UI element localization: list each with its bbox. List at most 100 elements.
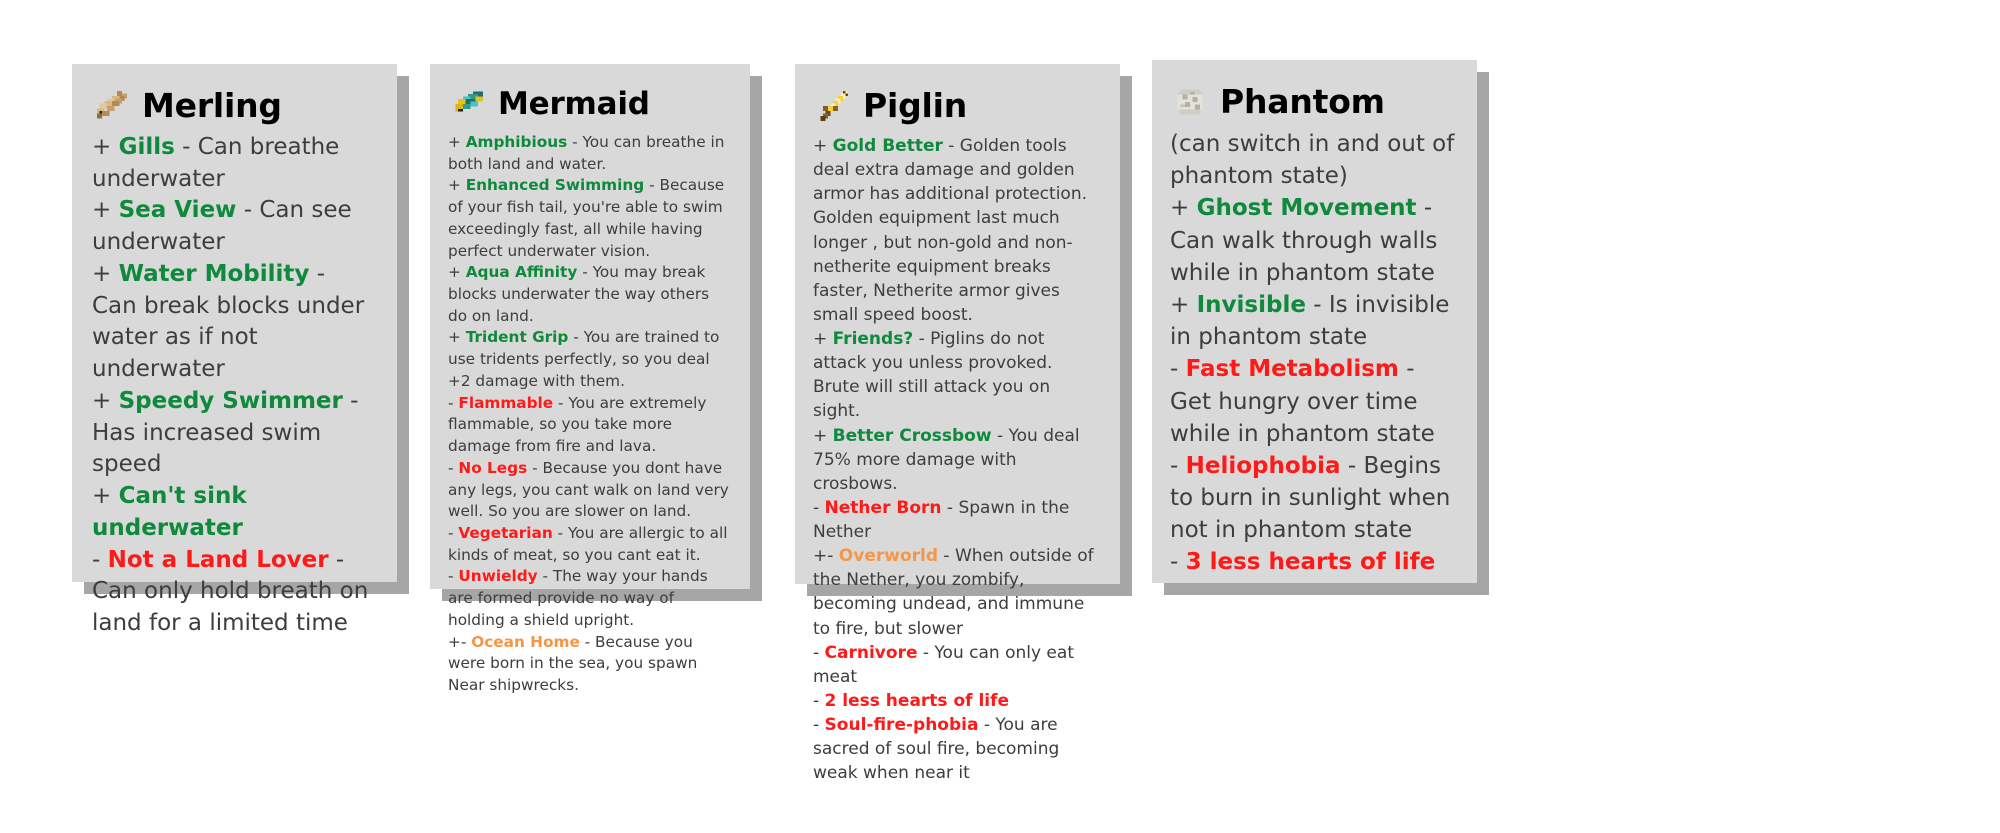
trait-sign: - <box>1170 452 1186 479</box>
trait-sign: +- <box>448 632 472 651</box>
trait-name: Sea View <box>118 197 237 224</box>
card-intro: (can switch in and out of phantom state) <box>1170 131 1455 190</box>
trait-item: + Friends? - Piglins do not attack you u… <box>813 327 1102 424</box>
trait-item: + Invisible - Is invisible in phantom st… <box>1170 289 1459 353</box>
trait-sign: + <box>448 133 466 151</box>
trait-description: - Golden tools deal extra damage and gol… <box>813 136 1087 325</box>
trait-name: Flammable <box>458 393 554 412</box>
trait-sign: - <box>448 523 459 542</box>
trait-sign: - <box>448 458 459 477</box>
trait-name: Soul-fire-phobia <box>824 715 979 735</box>
trait-item: +- Ocean Home - Because you were born in… <box>448 632 732 697</box>
trait-item: + Amphibious - You can breathe in both l… <box>448 132 732 175</box>
trait-name: Unwieldy <box>458 567 538 586</box>
card-mermaid: Mermaid + Amphibious - You can breathe i… <box>430 64 750 694</box>
trait-name: No Legs <box>458 458 528 477</box>
trait-item: + Gold Better - Golden tools deal extra … <box>813 134 1102 327</box>
card-piglin-header: Piglin <box>813 86 1102 126</box>
trait-item: - Not a Land Lover - Can only hold breat… <box>92 545 377 640</box>
trait-sign: + <box>1170 291 1197 318</box>
phantom-membrane-icon <box>1170 82 1210 122</box>
trait-sign: - <box>448 393 459 412</box>
trait-sign: + <box>92 260 119 287</box>
trait-name: 2 less hearts of life <box>824 690 1010 711</box>
trait-name: Enhanced Swimming <box>465 176 645 195</box>
trait-sign: + <box>813 329 833 349</box>
trait-sign: + <box>448 263 466 282</box>
trait-item: - 2 less hearts of life <box>813 689 1102 713</box>
trait-sign: + <box>813 425 833 446</box>
trait-item: - Flammable - You are extremely flammabl… <box>448 393 732 458</box>
trait-item: - 3 less hearts of life <box>1170 546 1459 578</box>
card-merling-title: Merling <box>142 85 282 125</box>
trait-item: - Nether Born - Spawn in the Nether <box>813 496 1102 544</box>
trait-sign: - <box>1170 356 1186 383</box>
trait-name: Ghost Movement <box>1196 195 1417 222</box>
trait-item: +- Overworld - When outside of the Nethe… <box>813 544 1102 641</box>
trait-sign: + <box>92 483 119 510</box>
trait-sign: + <box>448 176 466 195</box>
trait-item: + Trident Grip - You are trained to use … <box>448 327 732 392</box>
trait-name: Nether Born <box>824 497 942 518</box>
card-piglin: Piglin + Gold Better - Golden tools deal… <box>795 64 1120 783</box>
trait-name: Heliophobia <box>1185 452 1341 479</box>
trait-item: - Soul-fire-phobia - You are sacred of s… <box>813 713 1102 785</box>
card-merling: Merling + Gills - Can breathe underwater… <box>72 64 397 636</box>
trait-name: Not a Land Lover <box>107 546 329 573</box>
card-mermaid-title: Mermaid <box>498 85 650 122</box>
trait-item: + Better Crossbow - You deal 75% more da… <box>813 424 1102 496</box>
card-piglin-title: Piglin <box>863 85 968 125</box>
trait-name: Overworld <box>838 546 939 567</box>
trait-name: Better Crossbow <box>832 425 992 446</box>
trait-item: + Enhanced Swimming - Because of your fi… <box>448 175 732 262</box>
trait-name: 3 less hearts of life <box>1185 549 1436 576</box>
trait-name: Speedy Swimmer <box>118 387 343 414</box>
trait-sign: - <box>813 690 825 711</box>
trait-sign: + <box>92 197 119 224</box>
trait-name: Water Mobility <box>118 260 310 287</box>
trait-name: Friends? <box>832 329 914 349</box>
trait-item: + Sea View - Can see underwater <box>92 195 377 258</box>
trait-name: Ocean Home <box>471 632 580 651</box>
trait-name: Fast Metabolism <box>1185 356 1399 383</box>
trait-name: Gold Better <box>832 136 943 156</box>
trait-name: Vegetarian <box>458 523 553 542</box>
card-merling-header: Merling <box>92 86 377 126</box>
card-phantom: Phantom (can switch in and out of phanto… <box>1152 60 1477 583</box>
trait-item: + Water Mobility - Can break blocks unde… <box>92 259 377 386</box>
card-piglin-body: + Gold Better - Golden tools deal extra … <box>813 134 1102 785</box>
trait-sign: - <box>813 715 825 735</box>
trait-item: - Vegetarian - You are allergic to all k… <box>448 523 732 566</box>
card-mermaid-header: Mermaid <box>448 84 732 124</box>
trait-item: - No Legs - Because you dont have any le… <box>448 458 732 523</box>
trait-item: + Ghost Movement - Can walk through wall… <box>1170 192 1459 289</box>
trait-sign: + <box>813 136 833 156</box>
trait-sign: - <box>813 642 825 663</box>
trait-sign: - <box>92 546 108 573</box>
trait-sign: - <box>448 567 459 586</box>
trait-sign: - <box>1170 549 1186 576</box>
tropical-fish-icon <box>448 84 488 124</box>
trait-item: + Aqua Affinity - You may break blocks u… <box>448 262 732 327</box>
trait-item: - Carnivore - You can only eat meat <box>813 641 1102 689</box>
trait-item: + Gills - Can breathe underwater <box>92 132 377 195</box>
trait-name: Trident Grip <box>465 328 569 347</box>
trait-name: Gills <box>118 134 175 160</box>
trait-sign: + <box>92 387 119 414</box>
trait-item: - Fast Metabolism - Get hungry over time… <box>1170 353 1459 450</box>
trait-name: Invisible <box>1196 291 1306 318</box>
trait-sign: + <box>1170 195 1197 222</box>
card-phantom-header: Phantom <box>1170 82 1459 122</box>
trait-name: Aqua Affinity <box>465 263 578 282</box>
card-mermaid-body: + Amphibious - You can breathe in both l… <box>448 132 732 697</box>
trait-item: - Unwieldy - The way your hands are form… <box>448 566 732 631</box>
trait-name: Carnivore <box>824 642 918 663</box>
card-phantom-body: (can switch in and out of phantom state)… <box>1170 128 1459 579</box>
origins-card-board: Merling + Gills - Can breathe underwater… <box>0 0 2000 833</box>
trait-sign: + <box>92 134 119 160</box>
trait-sign: + <box>448 328 466 347</box>
golden-sword-icon <box>813 86 853 126</box>
card-phantom-title: Phantom <box>1220 81 1385 121</box>
trait-name: Amphibious <box>465 133 568 151</box>
trait-item: - Heliophobia - Begins to burn in sunlig… <box>1170 450 1459 547</box>
